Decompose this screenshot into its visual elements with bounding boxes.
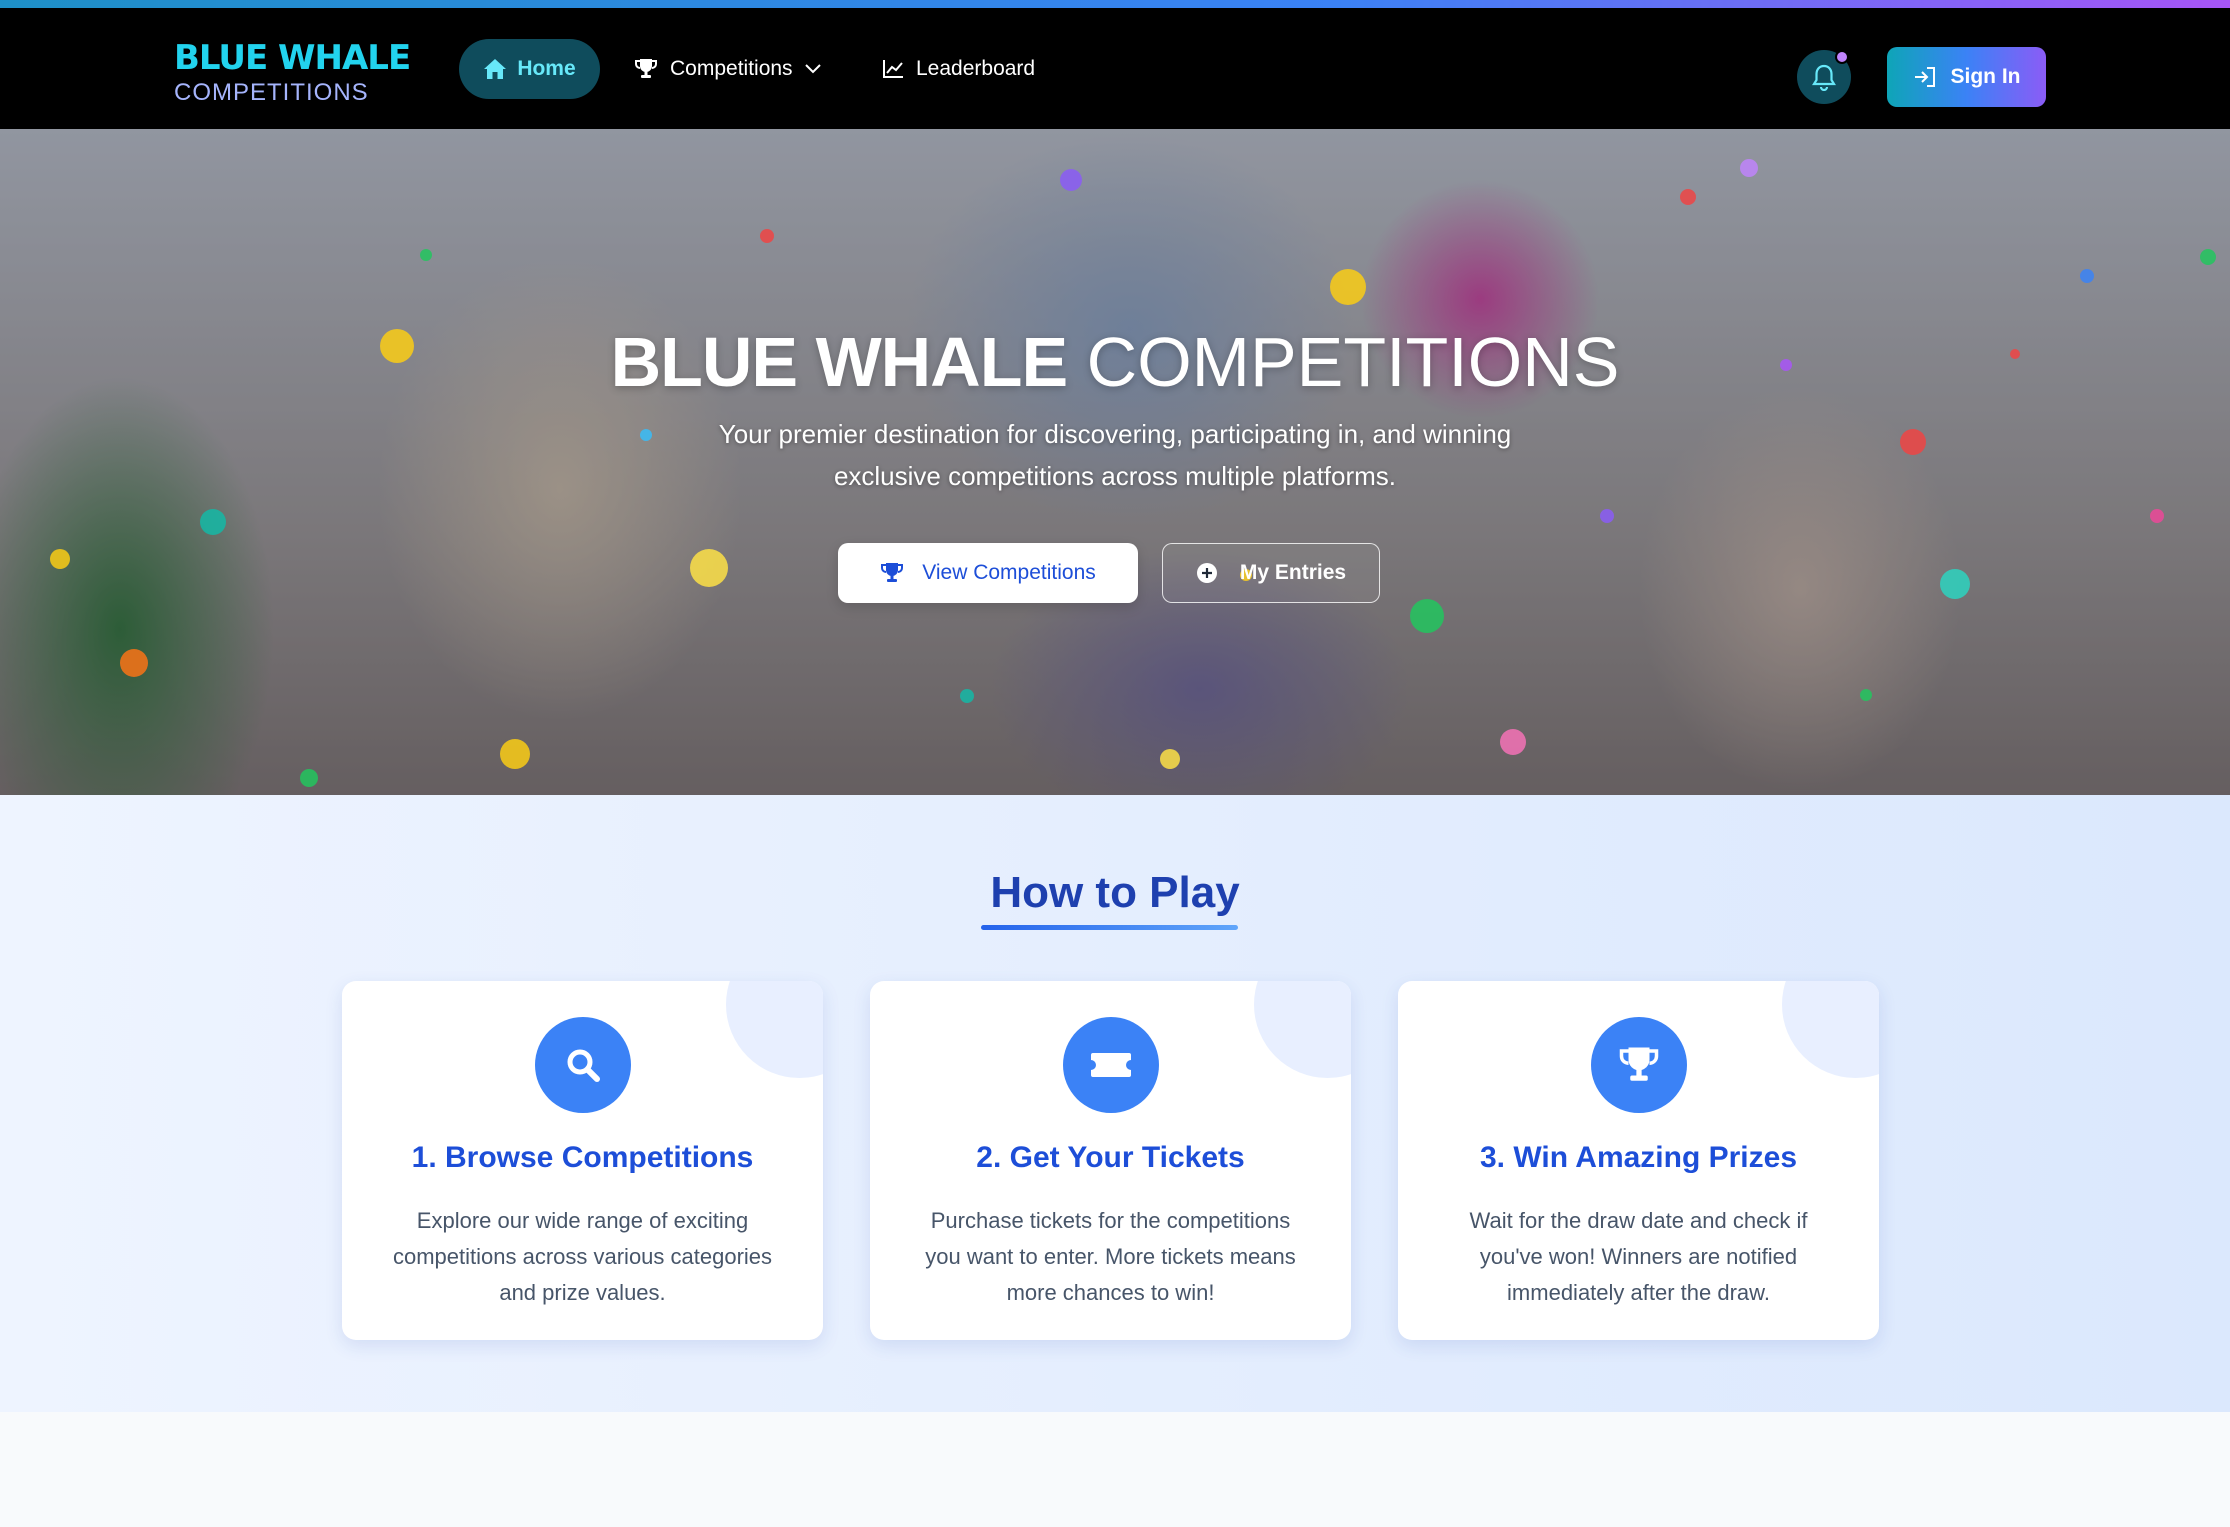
title-underline xyxy=(981,925,1238,930)
bell-icon xyxy=(1812,64,1836,91)
hero-title-bold: BLUE WHALE xyxy=(610,323,1069,401)
card-decoration xyxy=(1254,981,1351,1078)
notifications-button[interactable] xyxy=(1797,50,1851,104)
card-icon-circle xyxy=(535,1017,631,1113)
plus-circle-icon xyxy=(1196,563,1217,583)
how-to-play-section: How to Play 1. Browse Competitions Explo… xyxy=(0,795,2230,1412)
card-icon-circle xyxy=(1591,1017,1687,1113)
card-decoration xyxy=(1782,981,1879,1078)
nav-home-label: Home xyxy=(517,57,576,80)
nav-leaderboard-label: Leaderboard xyxy=(916,57,1036,80)
home-icon xyxy=(484,59,507,79)
card-title: 1. Browse Competitions xyxy=(411,1141,754,1174)
hero-title: BLUE WHALE COMPETITIONS xyxy=(0,322,2230,402)
card-title: 3. Win Amazing Prizes xyxy=(1479,1141,1798,1174)
hero-subtitle: Your premier destination for discovering… xyxy=(718,419,1512,491)
brand-subtitle: COMPETITIONS xyxy=(174,79,369,106)
sign-in-icon xyxy=(1914,67,1935,87)
chart-line-icon xyxy=(883,60,903,78)
trophy-icon xyxy=(635,59,657,78)
brand-name: BLUE WHALE xyxy=(174,38,411,78)
nav-competitions[interactable]: Competitions xyxy=(634,39,821,99)
section-title: How to Play xyxy=(990,868,1240,917)
card-text: Explore our wide range of exciting compe… xyxy=(392,1208,773,1305)
my-entries-label: My Entries xyxy=(1239,561,1347,584)
card-text: Wait for the draw date and check if you'… xyxy=(1469,1208,1808,1305)
card-text: Purchase tickets for the competitions yo… xyxy=(925,1208,1296,1305)
top-accent-bar xyxy=(0,0,2230,8)
my-entries-button[interactable]: My Entries xyxy=(1162,543,1380,603)
search-icon xyxy=(567,1049,600,1082)
navbar: BLUE WHALE COMPETITIONS Home Competition… xyxy=(0,8,2230,129)
nav-leaderboard[interactable]: Leaderboard xyxy=(882,39,1035,99)
trophy-icon xyxy=(1619,1047,1659,1081)
hero-title-light: COMPETITIONS xyxy=(1086,323,1620,401)
step-card: 1. Browse Competitions Explore our wide … xyxy=(342,981,823,1340)
chevron-down-icon xyxy=(804,64,821,74)
view-competitions-label: View Competitions xyxy=(922,561,1096,584)
step-card: 3. Win Amazing Prizes Wait for the draw … xyxy=(1398,981,1879,1340)
nav-competitions-label: Competitions xyxy=(670,57,793,80)
nav-home[interactable]: Home xyxy=(459,39,600,99)
trophy-icon xyxy=(881,563,904,582)
card-decoration xyxy=(726,981,823,1078)
card-title: 2. Get Your Tickets xyxy=(976,1141,1245,1174)
sign-in-label: Sign In xyxy=(1950,65,2021,88)
view-competitions-button[interactable]: View Competitions xyxy=(838,543,1138,603)
sign-in-button[interactable]: Sign In xyxy=(1887,47,2046,107)
hero-section: BLUE WHALE COMPETITIONS Your premier des… xyxy=(0,129,2230,795)
step-card: 2. Get Your Tickets Purchase tickets for… xyxy=(870,981,1351,1340)
card-icon-circle xyxy=(1063,1017,1159,1113)
page-footer-area xyxy=(0,1412,2230,1527)
notification-dot xyxy=(1835,50,1849,64)
brand-logo[interactable]: BLUE WHALE COMPETITIONS xyxy=(174,38,411,108)
ticket-icon xyxy=(1091,1053,1131,1077)
